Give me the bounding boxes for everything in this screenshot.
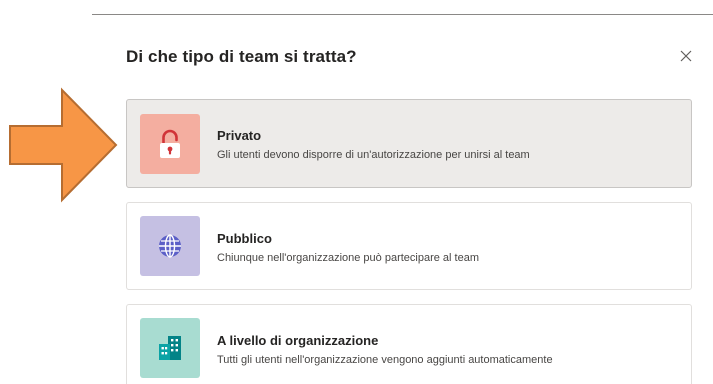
option-title: Pubblico (217, 231, 272, 246)
team-type-option-public[interactable]: Pubblico Chiunque nell'organizzazione pu… (126, 202, 692, 290)
option-description: Tutti gli utenti nell'organizzazione ven… (217, 354, 553, 366)
team-type-option-private[interactable]: Privato Gli utenti devono disporre di un… (126, 99, 692, 188)
globe-icon (159, 234, 181, 258)
public-tile (140, 216, 200, 276)
building-icon (159, 336, 181, 360)
close-icon (680, 50, 692, 62)
option-title: Privato (217, 128, 262, 143)
option-description: Chiunque nell'organizzazione può parteci… (217, 252, 479, 264)
top-divider (92, 14, 713, 15)
team-type-dialog: Di che tipo di team si tratta? Privato G… (0, 0, 713, 384)
team-type-option-org-wide[interactable]: A livello di organizzazione Tutti gli ut… (126, 304, 692, 384)
arrow-right-icon (9, 87, 118, 203)
org-wide-tile (140, 318, 200, 378)
dialog-title: Di che tipo di team si tratta? (126, 47, 357, 66)
option-description: Gli utenti devono disporre di un'autoriz… (217, 149, 530, 161)
lock-icon (160, 129, 180, 158)
option-title: A livello di organizzazione (217, 333, 379, 348)
private-tile (140, 114, 200, 174)
close-button[interactable] (674, 44, 698, 68)
